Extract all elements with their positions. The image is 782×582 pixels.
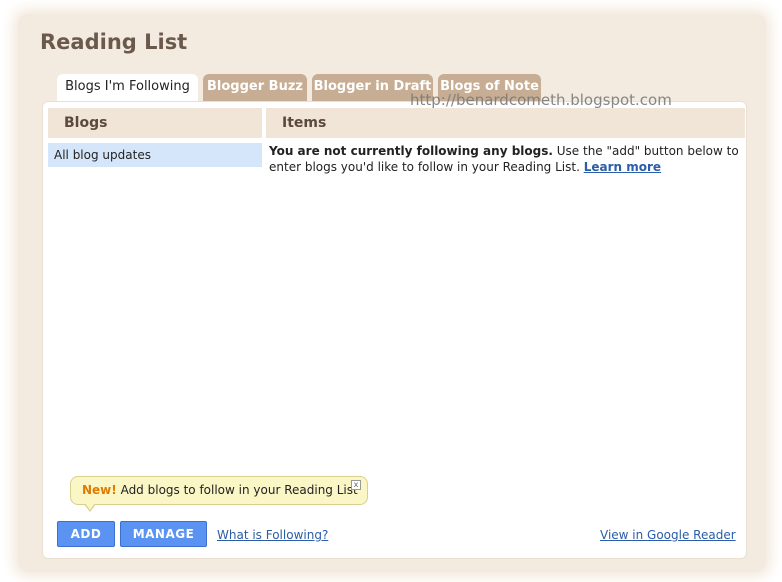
close-icon[interactable]: x xyxy=(351,480,361,490)
items-empty-message: You are not currently following any blog… xyxy=(269,143,739,175)
new-badge: New! xyxy=(82,483,117,497)
items-column-header: Items xyxy=(266,108,745,138)
page-title: Reading List xyxy=(40,30,188,54)
tooltip-text: Add blogs to follow in your Reading List xyxy=(116,483,358,497)
learn-more-link[interactable]: Learn more xyxy=(584,160,661,174)
tab-blogs-im-following[interactable]: Blogs I'm Following xyxy=(57,74,198,104)
add-button[interactable]: ADD xyxy=(57,521,115,547)
tooltip-pointer-fill xyxy=(85,503,95,510)
tab-blogger-in-draft[interactable]: Blogger in Draft xyxy=(312,74,433,101)
not-following-text: You are not currently following any blog… xyxy=(269,144,553,158)
blogs-column-header: Blogs xyxy=(48,108,262,138)
column-divider xyxy=(262,108,266,508)
tab-blogs-of-note[interactable]: Blogs of Note xyxy=(438,74,541,101)
what-is-following-link[interactable]: What is Following? xyxy=(217,528,328,542)
tab-blogger-buzz[interactable]: Blogger Buzz xyxy=(203,74,307,101)
view-in-google-reader-link[interactable]: View in Google Reader xyxy=(600,528,736,542)
blog-list-item-all-updates[interactable]: All blog updates xyxy=(48,143,262,167)
new-feature-tooltip: New! Add blogs to follow in your Reading… xyxy=(70,476,368,505)
manage-button[interactable]: MANAGE xyxy=(120,521,207,547)
